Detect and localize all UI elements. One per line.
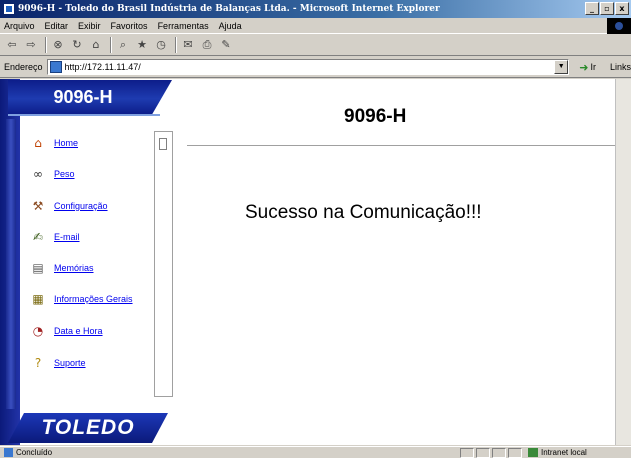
- sidebar-item-label[interactable]: Home: [54, 138, 78, 148]
- close-button[interactable]: x: [615, 2, 629, 15]
- address-label: Endereço: [4, 62, 43, 72]
- menu-scrollbar[interactable]: [154, 131, 173, 397]
- sidebar-item-label[interactable]: Suporte: [54, 358, 86, 368]
- back-icon[interactable]: ⇦: [4, 37, 20, 53]
- sidebar-item-label[interactable]: Memórias: [54, 263, 94, 273]
- address-url: http://172.11.11.47/: [64, 62, 141, 72]
- sidebar-item-label[interactable]: Peso: [54, 169, 75, 179]
- sidebar-item-peso[interactable]: ∞ Peso: [30, 166, 75, 182]
- sidebar-item-informacoes-gerais[interactable]: ▦ Informações Gerais: [30, 291, 133, 307]
- menu-editar[interactable]: Editar: [45, 21, 69, 31]
- forward-icon[interactable]: ⇨: [23, 37, 39, 53]
- info-icon: ▦: [32, 292, 44, 306]
- sidebar-item-memorias[interactable]: ▤ Memórias: [30, 260, 94, 276]
- menu-ajuda[interactable]: Ajuda: [219, 21, 242, 31]
- security-zone: Intranet local: [528, 448, 587, 457]
- navigation-frame: 9096-H ⌂ Home ∞ Peso ⚒ Configuração ✍ E-…: [0, 79, 175, 445]
- sidebar-item-label[interactable]: Data e Hora: [54, 326, 103, 336]
- status-cell: [476, 447, 490, 458]
- edit-icon[interactable]: ✎: [218, 37, 234, 53]
- sidebar-item-label[interactable]: Configuração: [54, 201, 108, 211]
- sidebar-item-home[interactable]: ⌂ Home: [30, 135, 78, 151]
- toledo-logo: TOLEDO: [8, 413, 168, 443]
- search-icon[interactable]: ⌕: [115, 37, 131, 53]
- status-cell: [492, 447, 506, 458]
- browser-window: 9096-H - Toledo do Brasil Indústria de B…: [0, 0, 631, 458]
- toolbar: ⇦ ⇨ ⊗ ↻ ⌂ ⌕ ★ ◷ ✉ ⎙ ✎: [0, 34, 631, 56]
- page-scrollbar[interactable]: [615, 79, 631, 445]
- menu-exibir[interactable]: Exibir: [78, 21, 101, 31]
- history-icon[interactable]: ◷: [153, 37, 169, 53]
- address-dropdown-button[interactable]: ▼: [554, 60, 569, 74]
- toolbar-separator: [175, 36, 177, 53]
- links-button[interactable]: Links: [610, 62, 631, 72]
- binoculars-icon: ∞: [33, 167, 43, 181]
- address-input[interactable]: http://172.11.11.47/ ▼: [46, 59, 570, 75]
- window-title: 9096-H - Toledo do Brasil Indústria de B…: [18, 4, 440, 14]
- menu-ferramentas[interactable]: Ferramentas: [158, 21, 209, 31]
- sidebar-item-label[interactable]: E-mail: [54, 232, 80, 242]
- favorites-icon[interactable]: ★: [134, 37, 150, 53]
- refresh-icon[interactable]: ↻: [69, 37, 85, 53]
- tools-icon: ⚒: [32, 199, 44, 213]
- status-cell: [460, 447, 474, 458]
- status-bar: Concluído Intranet local: [0, 446, 631, 458]
- ie-app-icon: [3, 3, 15, 15]
- sidebar-header-text: 9096-H: [53, 86, 113, 107]
- header-underline: [8, 114, 160, 116]
- intranet-icon: [528, 448, 538, 457]
- go-label: Ir: [590, 62, 596, 72]
- menu-favoritos[interactable]: Favoritos: [111, 21, 148, 31]
- stop-icon[interactable]: ⊗: [50, 37, 66, 53]
- title-bar: 9096-H - Toledo do Brasil Indústria de B…: [0, 0, 631, 18]
- zone-text: Intranet local: [541, 448, 587, 457]
- memory-icon: ▤: [32, 261, 44, 275]
- frame-blue-bar: [0, 79, 20, 445]
- status-cell: [508, 447, 522, 458]
- page-icon: [49, 61, 62, 73]
- sidebar-header: 9096-H: [8, 80, 172, 114]
- page-status-icon: [4, 448, 13, 457]
- sidebar-item-email[interactable]: ✍ E-mail: [30, 229, 80, 245]
- sidebar-item-label[interactable]: Informações Gerais: [54, 294, 133, 304]
- minimize-button[interactable]: _: [585, 2, 599, 15]
- sidebar-item-suporte[interactable]: ? Suporte: [30, 355, 86, 371]
- clock-icon: ◔: [32, 324, 44, 338]
- scrollbar-thumb[interactable]: [159, 138, 167, 150]
- sidebar-item-configuracao[interactable]: ⚒ Configuração: [30, 198, 108, 214]
- help-icon: ?: [34, 356, 42, 370]
- home-icon: ⌂: [34, 136, 42, 150]
- print-icon[interactable]: ⎙: [199, 37, 215, 53]
- toolbar-separator: [110, 36, 112, 53]
- status-text: Concluído: [16, 448, 53, 457]
- page-viewport: 9096-H ⌂ Home ∞ Peso ⚒ Configuração ✍ E-…: [0, 79, 631, 445]
- windows-throbber-icon: [607, 18, 631, 34]
- menu-arquivo[interactable]: Arquivo: [4, 21, 35, 31]
- go-button[interactable]: ➜ Ir: [579, 61, 596, 74]
- logo-text: TOLEDO: [41, 416, 135, 439]
- menu-bar: Arquivo Editar Exibir Favoritos Ferramen…: [0, 18, 631, 34]
- home-icon[interactable]: ⌂: [88, 37, 104, 53]
- page-title: 9096-H: [344, 106, 407, 127]
- title-divider: [187, 145, 619, 147]
- maximize-button[interactable]: ▫: [600, 2, 614, 15]
- status-text-area: Concluído: [0, 448, 460, 457]
- mail-icon[interactable]: ✉: [180, 37, 196, 53]
- toolbar-separator: [45, 36, 47, 53]
- success-message: Sucesso na Comunicação!!!: [245, 202, 482, 223]
- sidebar-item-data-e-hora[interactable]: ◔ Data e Hora: [30, 323, 103, 339]
- mail-icon: ✍: [32, 230, 44, 244]
- go-arrow-icon: ➜: [579, 60, 589, 74]
- address-bar: Endereço http://172.11.11.47/ ▼ ➜ Ir Lin…: [0, 57, 631, 78]
